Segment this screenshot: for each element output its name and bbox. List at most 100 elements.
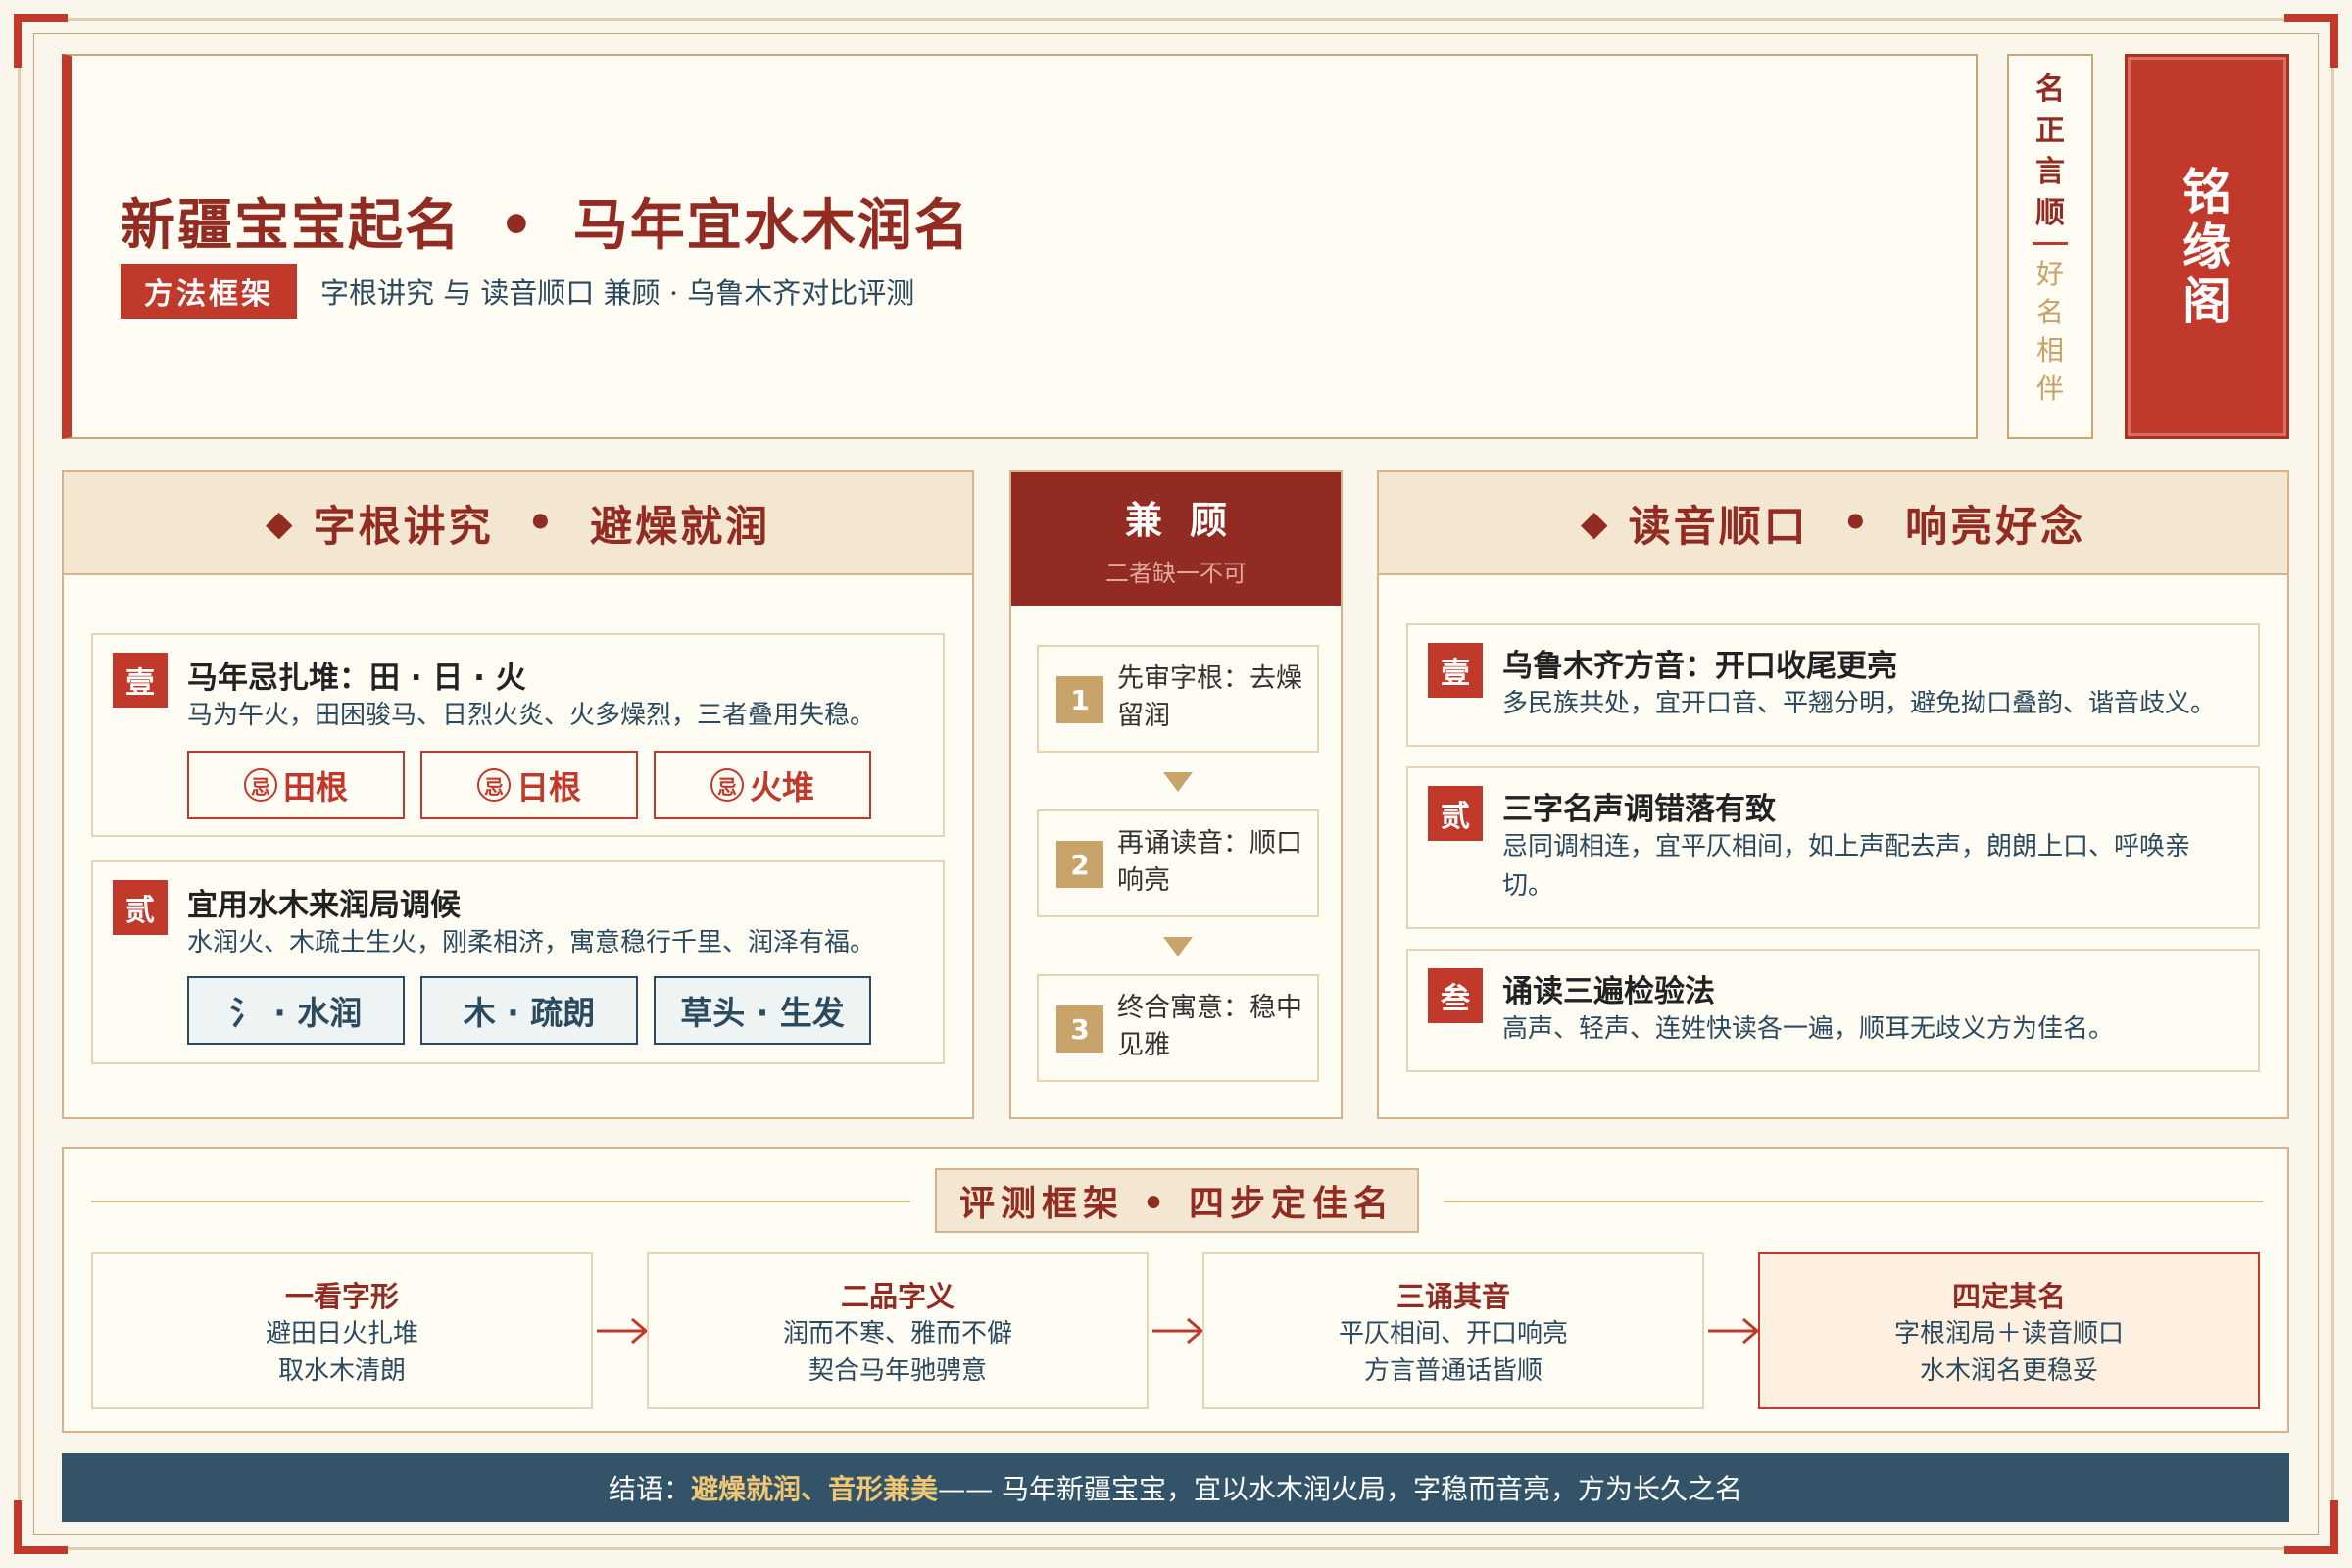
seal-char: 阁 [2182,272,2231,330]
corner-ornament-bottom-right [2284,1500,2338,1554]
chip-avoid-ri: 忌日根 [420,751,638,819]
footer-text: —— 马年新疆宝宝，宜以水木润火局，字稳而音亮，方为长久之名 [938,1473,1742,1505]
card-description: 忌同调相连，宜平仄相间，如上声配去声，朗朗上口、呼唤亲切。 [1502,832,2191,901]
pronunciation-card-1: 壹 乌鲁木齐方音：开口收尾更亮 多民族共处，宜开口音、平翘分明，避免拗口叠韵、谐… [1406,623,2260,747]
corner-ornament-top-right [2284,14,2338,68]
card-description: 马为午火，田困骏马、日烈火炎、火多燥烈，三者叠用失稳。 [187,701,876,730]
footer-highlight: 避燥就润、音形兼美 [691,1473,939,1505]
motto-char: 正 [2035,114,2065,148]
card-number-badge: 贰 [1428,786,1483,841]
card-description: 高声、轻声、连姓快读各一遍，顺耳无歧义方为佳名。 [1502,1014,2115,1044]
chip-avoid-tian: 忌田根 [187,751,405,819]
pronunciation-panel-header: ◆ 读音顺口 • 响亮好念 [1379,472,2287,575]
radical-panel-header: ◆ 字根讲究 • 避燥就润 [64,472,972,575]
card-number-badge: 壹 [1428,643,1483,698]
radical-card-1: 壹 马年忌扎堆：田 · 日 · 火 马为午火，田困骏马、日烈火炎、火多燥烈，三者… [91,633,945,837]
framework-step-line: 水木润名更稳妥 [1919,1356,2098,1386]
motto-char-secondary: 好 [2035,258,2064,290]
framework-step-1: 一看字形 避田日火扎堆 取水木清朗 [91,1252,593,1409]
card-number-badge: 贰 [113,880,168,935]
balance-step-1: 1 先审字根：去燥留润 [1037,645,1319,753]
motto-char-secondary: 名 [2035,296,2064,328]
motto-char: 顺 [2035,196,2065,230]
framework-step-title: 四定其名 [1951,1280,2066,1313]
chip-grass: 草头 · 生发 [654,976,871,1045]
motto-divider [2033,242,2068,245]
motto-vertical-box: 名 正 言 顺 好 名 相 伴 [2007,54,2093,439]
diamond-icon: ◆ [265,502,296,544]
divider-line [1444,1200,2263,1202]
framework-step-4: 四定其名 字根润局＋读音顺口 水木润名更稳妥 [1758,1252,2260,1409]
framework-step-3: 三诵其音 平仄相间、开口响亮 方言普通话皆顺 [1202,1252,1704,1409]
corner-ornament-top-left [14,14,68,68]
radical-card-2: 贰 宜用水木来润局调候 水润火、木疏土生火，刚柔相济，寓意稳行千里、润泽有福。 … [91,860,945,1064]
right-arrow-icon [597,1317,649,1345]
card-title: 三字名声调错落有致 [1502,792,1776,827]
motto-char-secondary: 相 [2035,334,2064,367]
diamond-icon: ◆ [1580,502,1611,544]
divider-line [91,1200,910,1202]
card-number-badge: 叁 [1428,968,1483,1023]
panel-title-dot: • [1841,498,1873,548]
chip-water: 氵 · 水润 [187,976,405,1045]
step-number-badge: 1 [1056,676,1103,723]
header-subtitle-row: 方法框架 字根讲究 与 读音顺口 兼顾 · 乌鲁木齐对比评测 [121,264,914,318]
down-arrow-icon [1163,937,1193,956]
corner-ornament-bottom-left [14,1500,68,1554]
framework-step-line: 取水木清朗 [277,1356,406,1386]
framework-step-title: 一看字形 [284,1280,399,1313]
down-arrow-icon [1163,772,1193,792]
pronunciation-card-3: 叁 诵读三遍检验法 高声、轻声、连姓快读各一遍，顺耳无歧义方为佳名。 [1406,949,2260,1072]
title-part-1: 新疆宝宝起名 [121,193,462,258]
brand-seal: 铭 缘 阁 [2125,54,2289,439]
header-banner: 新疆宝宝起名 • 马年宜水木润名 方法框架 字根讲究 与 读音顺口 兼顾 · 乌鲁木… [62,54,1978,439]
header-subtitle: 字根讲究 与 读音顺口 兼顾 · 乌鲁木齐对比评测 [320,276,915,310]
chip-avoid-huo: 忌火堆 [654,751,871,819]
balance-step-2: 2 再诵读音：顺口响亮 [1037,809,1319,917]
avoid-stamp-icon: 忌 [710,768,744,802]
avoid-stamp-icon: 忌 [477,768,511,802]
step-text: 再诵读音：顺口响亮 [1117,828,1302,896]
card-title: 乌鲁木齐方音：开口收尾更亮 [1502,649,1897,684]
motto-char: 名 [2035,73,2065,107]
step-number-badge: 3 [1056,1005,1103,1053]
balance-header: 兼顾 二者缺一不可 [1011,472,1341,606]
motto-char-secondary: 伴 [2035,372,2064,405]
title-dot: • [499,193,536,258]
card-title: 诵读三遍检验法 [1502,974,1715,1009]
balance-title: 兼顾 [1124,499,1254,542]
chip-wood: 木 · 疏朗 [420,976,638,1045]
panel-title-secondary: 避燥就润 [590,502,771,552]
card-description: 水润火、木疏土生火，刚柔相济，寓意稳行千里、润泽有福。 [187,928,876,957]
right-arrow-icon [1708,1317,1760,1345]
framework-step-title: 三诵其音 [1396,1280,1510,1313]
page-title: 新疆宝宝起名 • 马年宜水木润名 [121,181,971,261]
balance-panel: 兼顾 二者缺一不可 1 先审字根：去燥留润 2 再诵读音：顺口响亮 3 终合寓意… [1009,470,1343,1119]
chip-label: 田根 [283,768,348,807]
method-tag: 方法框架 [121,264,297,318]
framework-step-2: 二品字义 润而不寒、雅而不僻 契合马年驰骋意 [647,1252,1149,1409]
card-title: 马年忌扎堆：田 · 日 · 火 [187,661,526,696]
card-title: 宜用水木来润局调候 [187,888,461,923]
balance-subtitle: 二者缺一不可 [1105,560,1247,587]
card-description: 多民族共处，宜开口音、平翘分明，避免拗口叠韵、谐音歧义。 [1502,689,2217,718]
motto-char: 言 [2035,155,2065,189]
panel-title-dot: • [526,498,558,548]
framework-step-line: 契合马年驰骋意 [808,1356,987,1386]
framework-step-line: 字根润局＋读音顺口 [1893,1319,2124,1348]
card-number-badge: 壹 [113,653,168,708]
pronunciation-card-2: 贰 三字名声调错落有致 忌同调相连，宜平仄相间，如上声配去声，朗朗上口、呼唤亲切… [1406,766,2260,929]
framework-step-title: 二品字义 [840,1280,955,1313]
panel-title-secondary: 响亮好念 [1905,502,2086,552]
seal-char: 铭 [2182,163,2231,220]
framework-step-line: 润而不寒、雅而不僻 [782,1319,1012,1348]
radical-panel: ◆ 字根讲究 • 避燥就润 壹 马年忌扎堆：田 · 日 · 火 马为午火，田困骏… [62,470,974,1119]
evaluation-framework: 评测框架 • 四步定佳名 一看字形 避田日火扎堆 取水木清朗 二品字义 润而不寒… [62,1147,2289,1433]
framework-step-line: 方言普通话皆顺 [1363,1356,1543,1386]
framework-step-line: 避田日火扎堆 [265,1319,418,1348]
chip-label: 日根 [516,768,581,807]
panel-title: 字根讲究 [313,502,494,552]
conclusion-footer: 结语： 避燥就润、音形兼美 —— 马年新疆宝宝，宜以水木润火局，字稳而音亮，方为长… [62,1453,2289,1522]
seal-char: 缘 [2182,218,2231,275]
framework-step-line: 平仄相间、开口响亮 [1338,1319,1568,1348]
